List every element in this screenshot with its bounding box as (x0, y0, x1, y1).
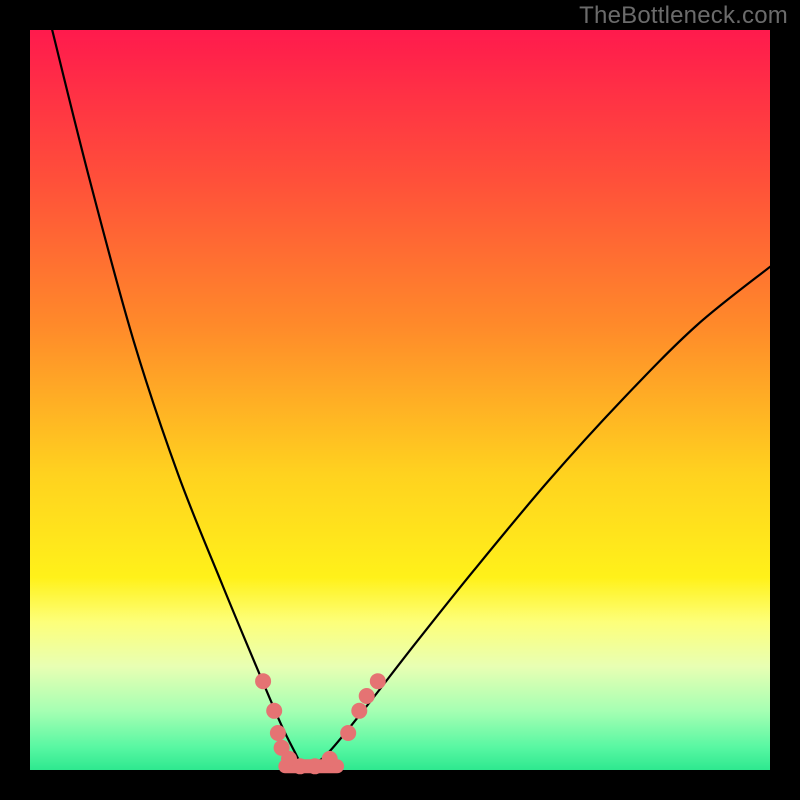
data-marker (322, 751, 338, 767)
data-marker (270, 725, 286, 741)
data-marker (292, 758, 308, 774)
plot-background (30, 30, 770, 770)
chart-frame: TheBottleneck.com (0, 0, 800, 800)
data-marker (255, 673, 271, 689)
bottleneck-curve-chart (0, 0, 800, 800)
data-marker (359, 688, 375, 704)
watermark-text: TheBottleneck.com (579, 2, 788, 30)
data-marker (307, 758, 323, 774)
data-marker (340, 725, 356, 741)
data-marker (266, 703, 282, 719)
data-marker (351, 703, 367, 719)
data-marker (370, 673, 386, 689)
